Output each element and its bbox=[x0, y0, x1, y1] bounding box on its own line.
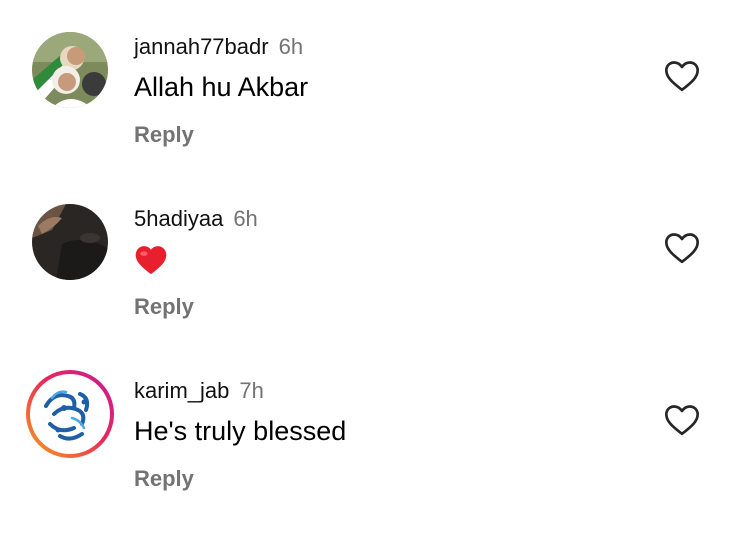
reply-button[interactable]: Reply bbox=[134, 294, 194, 320]
heart-outline-icon bbox=[665, 61, 699, 92]
username[interactable]: 5hadiyaa bbox=[134, 206, 223, 231]
comment-header: karim_jab 7h bbox=[134, 378, 264, 404]
heart-outline-icon bbox=[665, 405, 699, 436]
heart-outline-icon bbox=[665, 233, 699, 264]
story-ring-avatar bbox=[26, 370, 114, 458]
comment-text: Allah hu Akbar bbox=[134, 72, 309, 102]
avatar-photo bbox=[32, 204, 108, 280]
username[interactable]: karim_jab bbox=[134, 378, 229, 403]
heart-emoji-icon bbox=[135, 246, 167, 275]
red-heart-emoji bbox=[134, 244, 168, 276]
timestamp: 7h bbox=[239, 378, 264, 403]
comment-text: He's truly blessed bbox=[134, 416, 347, 446]
avatar-photo bbox=[32, 32, 108, 108]
reply-button[interactable]: Reply bbox=[134, 122, 194, 148]
avatar[interactable] bbox=[24, 368, 116, 460]
comment-item: 5hadiyaa 6h Reply bbox=[0, 204, 740, 376]
like-button[interactable] bbox=[662, 228, 702, 268]
reply-button[interactable]: Reply bbox=[134, 466, 194, 492]
username[interactable]: jannah77badr bbox=[134, 34, 269, 59]
comment-header: 5hadiyaa 6h bbox=[134, 206, 258, 232]
like-button[interactable] bbox=[662, 56, 702, 96]
comment-item: jannah77badr 6h Allah hu Akbar Reply bbox=[0, 32, 740, 204]
comment-header: jannah77badr 6h bbox=[134, 34, 303, 60]
avatar[interactable] bbox=[32, 204, 108, 280]
timestamp: 6h bbox=[278, 34, 304, 59]
avatar[interactable] bbox=[32, 32, 108, 108]
like-button[interactable] bbox=[662, 400, 702, 440]
comment-item: karim_jab 7h He's truly blessed Reply bbox=[0, 370, 740, 548]
timestamp: 6h bbox=[233, 206, 258, 231]
